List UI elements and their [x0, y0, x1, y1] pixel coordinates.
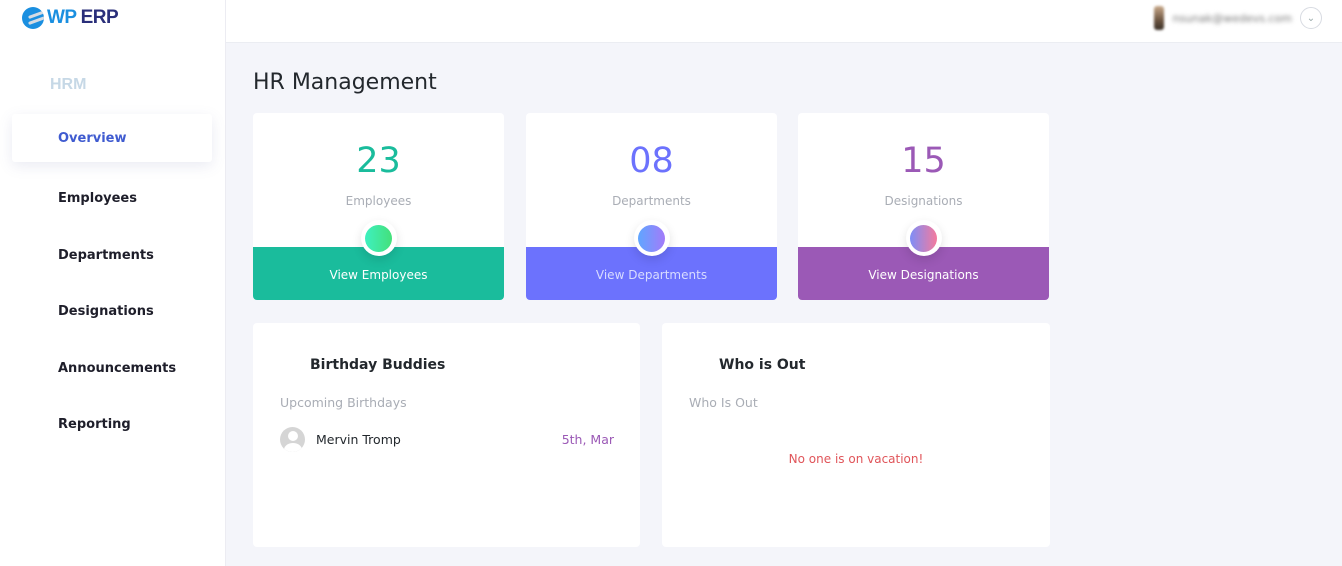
stat-dot-icon [633, 220, 670, 256]
avatar-icon [280, 426, 305, 452]
list-item: Mervin Tromp 5th, Mar [280, 426, 614, 452]
stat-card-departments: 08 Departments View Departments [526, 113, 777, 300]
sidebar-item-reporting[interactable]: Reporting [12, 397, 212, 454]
stat-number: 08 [629, 141, 674, 181]
stat-dot-icon [905, 220, 942, 256]
who-is-out-panel: Who is Out Who Is Out No one is on vacat… [662, 323, 1050, 547]
user-email[interactable]: nsunak@wedevs.com [1172, 12, 1292, 25]
sidebar-item-overview[interactable]: Overview [12, 114, 212, 162]
chevron-down-icon[interactable]: ⌄ [1300, 7, 1322, 29]
page-title: HR Management [253, 70, 437, 95]
user-menu[interactable]: nsunak@wedevs.com ⌄ [1154, 6, 1322, 30]
panel-subtitle: Upcoming Birthdays [280, 395, 407, 410]
logo-text-wp: WP [47, 7, 77, 28]
birthday-date: 5th, Mar [561, 431, 614, 447]
panel-title: Birthday Buddies [310, 357, 446, 373]
empty-message: No one is on vacation! [788, 452, 924, 466]
stat-number: 15 [901, 141, 946, 181]
sidebar-item-departments[interactable]: Departments [12, 227, 212, 284]
wp-erp-logo-icon [22, 7, 44, 29]
birthday-buddies-panel: Birthday Buddies Upcoming Birthdays Merv… [253, 323, 640, 547]
panel-title: Who is Out [719, 357, 806, 373]
sidebar-item-announcements[interactable]: Announcements [12, 340, 212, 397]
user-avatar[interactable] [1154, 6, 1165, 30]
stat-card-designations: 15 Designations View Designations [798, 113, 1049, 300]
sidebar-item-designations[interactable]: Designations [12, 284, 212, 341]
stat-label: Departments [612, 194, 691, 208]
stat-dot-icon [360, 220, 397, 256]
sidebar-item-employees[interactable]: Employees [12, 171, 212, 228]
wp-erp-logo[interactable]: WP ERP [22, 7, 119, 29]
sidebar-nav: Overview Employees Departments Designati… [12, 114, 212, 453]
stat-number: 23 [356, 141, 401, 181]
logo-text-erp: ERP [80, 7, 119, 28]
module-title: HRM [50, 76, 87, 93]
stat-card-employees: 23 Employees View Employees [253, 113, 504, 300]
stat-label: Designations [884, 194, 963, 208]
sidebar: WP ERP HRM Overview Employees Departments… [0, 0, 226, 566]
panel-subtitle: Who Is Out [689, 395, 758, 410]
birthday-name[interactable]: Mervin Tromp [316, 432, 401, 447]
topbar: nsunak@wedevs.com ⌄ [226, 0, 1342, 43]
stat-label: Employees [345, 194, 412, 208]
